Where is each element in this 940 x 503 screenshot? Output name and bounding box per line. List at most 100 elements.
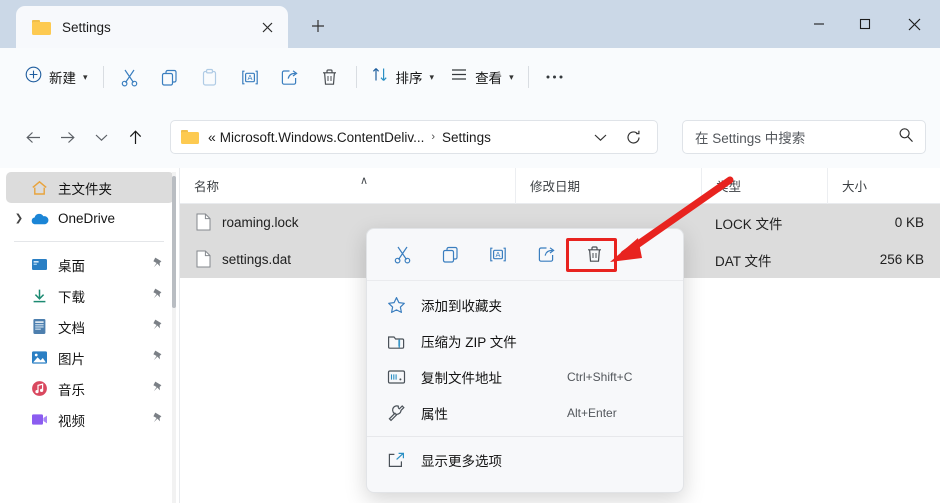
copy-button[interactable] [150,59,190,95]
ctx-properties[interactable]: 属性 Alt+Enter [367,395,683,431]
breadcrumb-segment-2[interactable]: Settings [440,130,493,145]
sidebar-item-pictures[interactable]: 图片 [6,342,174,373]
chevron-down-icon: ▾ [83,71,88,82]
file-name-label: roaming.lock [222,215,299,230]
sidebar-item-downloads[interactable]: 下载 [6,280,174,311]
breadcrumb-separator: › [431,131,436,143]
sort-arrows-icon [371,66,389,88]
ctx-compress-to-zip[interactable]: 压缩为 ZIP 文件 [367,323,683,359]
paste-button[interactable] [190,59,230,95]
pin-icon[interactable] [151,411,164,429]
up-button[interactable] [118,121,152,153]
svg-text:A: A [496,250,501,259]
svg-text:A: A [247,72,252,81]
ctx-rename-button[interactable]: A [475,237,521,273]
column-header-date[interactable]: 修改日期 [515,167,701,204]
ctx-delete-button[interactable] [571,237,617,273]
folder-icon [32,19,51,35]
address-breadcrumb-bar[interactable]: « Microsoft.Windows.ContentDeliv... › Se… [170,120,658,154]
ctx-copy-button[interactable] [427,237,473,273]
cut-button[interactable] [110,59,150,95]
back-button[interactable] [16,121,50,153]
sidebar-item-label: 桌面 [58,258,85,274]
ctx-item-label: 添加到收藏夹 [421,299,502,314]
toolbar-divider [355,66,357,88]
sidebar-item-label: 文档 [58,320,85,336]
maximize-button[interactable] [842,0,888,48]
pin-icon[interactable] [151,256,164,274]
column-header-label: 修改日期 [530,180,581,194]
toolbar-divider [102,66,104,88]
ctx-share-button[interactable] [523,237,569,273]
sidebar-item-videos[interactable]: 视频 [6,404,174,435]
sidebar-divider [14,241,164,242]
column-header-label: 大小 [842,180,868,194]
share-button[interactable] [270,59,310,95]
title-bar: Settings [0,0,940,48]
pin-icon[interactable] [151,349,164,367]
pin-icon[interactable] [151,287,164,305]
more-options-icon [385,450,407,470]
sidebar-item-home[interactable]: 主文件夹 [6,172,174,203]
rename-button[interactable]: A [230,59,270,95]
pin-icon[interactable] [151,318,164,336]
sidebar-item-desktop[interactable]: 桌面 [6,249,174,280]
chevron-down-icon: ▾ [509,71,514,82]
plus-circle-icon [25,66,42,88]
refresh-button[interactable] [619,122,647,152]
chevron-down-icon: ▾ [429,71,435,82]
ctx-show-more-options[interactable]: 显示更多选项 [367,442,683,478]
document-icon [28,318,50,336]
column-header-label: 类型 [716,180,742,194]
search-icon[interactable] [898,127,914,148]
sidebar-item-label: 下载 [58,289,85,305]
sidebar-item-label: 音乐 [58,382,85,398]
pictures-icon [28,349,50,367]
minimize-button[interactable] [796,0,842,48]
close-button[interactable] [888,0,940,48]
ctx-item-label: 显示更多选项 [421,454,502,469]
forward-button[interactable] [50,121,84,153]
sidebar-scrollbar-thumb[interactable] [172,176,176,308]
ctx-cut-button[interactable] [379,237,425,273]
column-header-name[interactable]: 名称 ∧ [180,168,515,204]
sidebar-item-documents[interactable]: 文档 [6,311,174,342]
address-dropdown-button[interactable] [587,122,613,152]
view-list-icon [450,67,468,87]
new-tab-button[interactable] [305,14,331,38]
column-header-size[interactable]: 大小 [827,167,940,204]
sort-button[interactable]: 排序 ▾ [363,60,443,94]
context-menu: A 添加到收藏夹 压缩为 ZIP 文件 复制文件地址 Ctrl+Shift+C … [366,228,684,493]
new-button[interactable]: 新建 ▾ [16,60,97,94]
ctx-item-shortcut: Ctrl+Shift+C [567,370,633,384]
pin-icon[interactable] [151,380,164,398]
file-size-cell: 256 KB [879,252,924,267]
view-button[interactable]: 查看 ▾ [442,60,522,94]
chevron-right-icon[interactable]: ❯ [10,213,28,224]
command-toolbar: 新建 ▾ A 排序 ▾ 查看 ▾ [0,48,940,106]
search-input[interactable]: 在 Settings 中搜索 [682,120,926,154]
column-header-type[interactable]: 类型 [701,167,827,204]
breadcrumb-segment-1[interactable]: Microsoft.Windows.ContentDeliv... [218,130,427,145]
sidebar-item-label: 图片 [58,351,85,367]
ctx-copy-path[interactable]: 复制文件地址 Ctrl+Shift+C [367,359,683,395]
wrench-icon [385,403,407,423]
delete-button[interactable] [310,59,350,95]
tab-title: Settings [62,19,111,35]
folder-icon [181,130,199,144]
tab-settings[interactable]: Settings [16,6,288,48]
file-icon [196,250,212,269]
sidebar-item-music[interactable]: 音乐 [6,373,174,404]
ctx-item-label: 属性 [421,407,448,422]
ctx-add-to-favorites[interactable]: 添加到收藏夹 [367,287,683,323]
sidebar-item-label: OneDrive [58,211,116,226]
more-options-button[interactable] [535,59,575,95]
recent-locations-button[interactable] [84,121,118,153]
breadcrumb-overflow[interactable]: « [206,129,218,145]
sidebar-item-onedrive[interactable]: ❯ OneDrive [6,203,174,234]
navigation-pane[interactable]: 主文件夹 ❯ OneDrive 桌面 下载 文档 图片 音乐 视频 [0,168,180,503]
sidebar-item-label: 视频 [58,413,85,429]
tab-close-button[interactable] [258,18,276,36]
sort-button-label: 排序 [395,71,423,86]
file-icon [196,213,212,232]
